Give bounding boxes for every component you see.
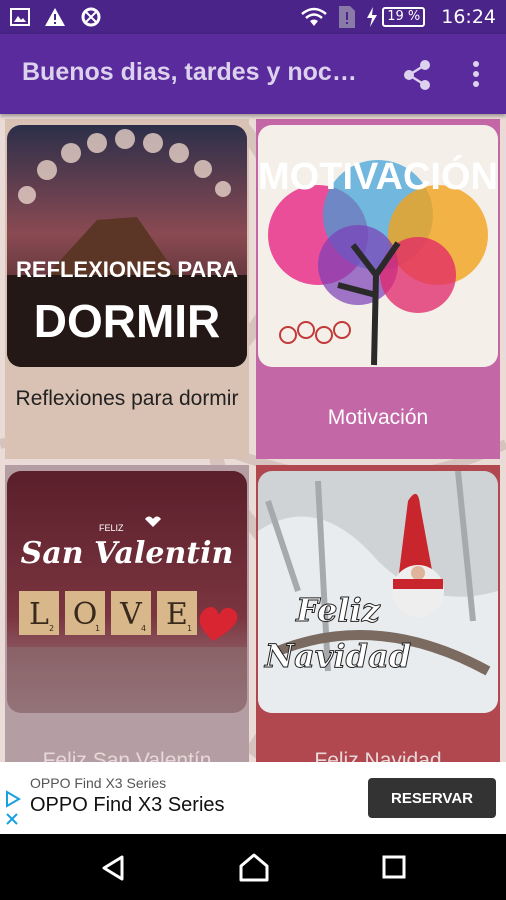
image-title: MOTIVACIÓN <box>258 154 498 198</box>
image-title-bottom: Navidad <box>264 637 411 675</box>
tile-number: 2 <box>49 624 54 633</box>
back-icon[interactable] <box>100 854 126 882</box>
tile-number: 1 <box>95 624 100 633</box>
ad-title[interactable]: OPPO Find X3 Series <box>30 794 225 817</box>
card-label: Reflexiones para dormir <box>15 387 239 410</box>
category-grid[interactable]: REFLEXIONES PARA DORMIR Reflexiones para… <box>0 114 506 762</box>
image-title: San Valentin <box>21 536 234 571</box>
charging-icon <box>367 7 378 27</box>
home-icon[interactable] <box>238 852 270 882</box>
share-icon[interactable] <box>400 58 434 92</box>
card-label: Feliz San Valentín <box>42 749 212 762</box>
image-title-bottom: DORMIR <box>34 295 221 347</box>
sim-alert-icon <box>339 6 356 28</box>
card-image-navidad: Feliz Navidad <box>258 471 498 713</box>
card-label: Feliz Navidad <box>314 749 442 762</box>
card-image-san-valentin: FELIZ San Valentin L O V E 2 1 4 1 <box>7 471 247 713</box>
ad-choices-icon[interactable] <box>4 790 22 808</box>
nav-bar <box>0 834 506 900</box>
tile-number: 1 <box>187 624 192 633</box>
recents-icon[interactable] <box>382 855 406 879</box>
more-vert-icon[interactable] <box>464 56 488 92</box>
tile-letter: V <box>119 597 143 632</box>
close-icon[interactable] <box>5 812 19 826</box>
ad-advertiser: OPPO Find X3 Series <box>30 775 167 791</box>
battery-percent: 19 % <box>382 7 426 27</box>
card-navidad[interactable]: Feliz Navidad Feliz Navidad <box>256 465 500 762</box>
reservar-button[interactable]: RESERVAR <box>368 778 496 818</box>
tile-letter: L <box>29 597 49 632</box>
tile-letter: E <box>166 597 188 632</box>
warning-icon <box>45 8 65 26</box>
tile-number: 4 <box>141 624 146 633</box>
status-bar: 19 % 16:24 <box>0 0 506 34</box>
clock: 16:24 <box>441 6 496 28</box>
ad-banner[interactable]: OPPO Find X3 Series OPPO Find X3 Series … <box>0 762 506 834</box>
card-reflexiones[interactable]: REFLEXIONES PARA DORMIR Reflexiones para… <box>5 119 249 459</box>
image-title-top: REFLEXIONES PARA <box>16 257 238 282</box>
card-san-valentin[interactable]: FELIZ San Valentin L O V E 2 1 4 1 Feliz… <box>5 465 249 762</box>
tile-letter: O <box>73 597 98 632</box>
card-motivacion[interactable]: MOTIVACIÓN Motivación <box>256 119 500 459</box>
wifi-icon <box>301 7 328 26</box>
data-saver-icon <box>81 7 101 27</box>
battery-indicator: 19 % <box>366 7 426 27</box>
card-image-motivacion: MOTIVACIÓN <box>258 125 498 367</box>
image-title-top: Feliz <box>295 591 381 629</box>
card-image-reflexiones: REFLEXIONES PARA DORMIR <box>7 125 247 367</box>
app-bar: Buenos dias, tardes y noc… <box>0 34 506 114</box>
card-label: Motivación <box>327 406 429 429</box>
app-title: Buenos dias, tardes y noc… <box>22 58 357 86</box>
image-text-small: FELIZ <box>99 523 124 533</box>
image-icon <box>10 8 30 26</box>
